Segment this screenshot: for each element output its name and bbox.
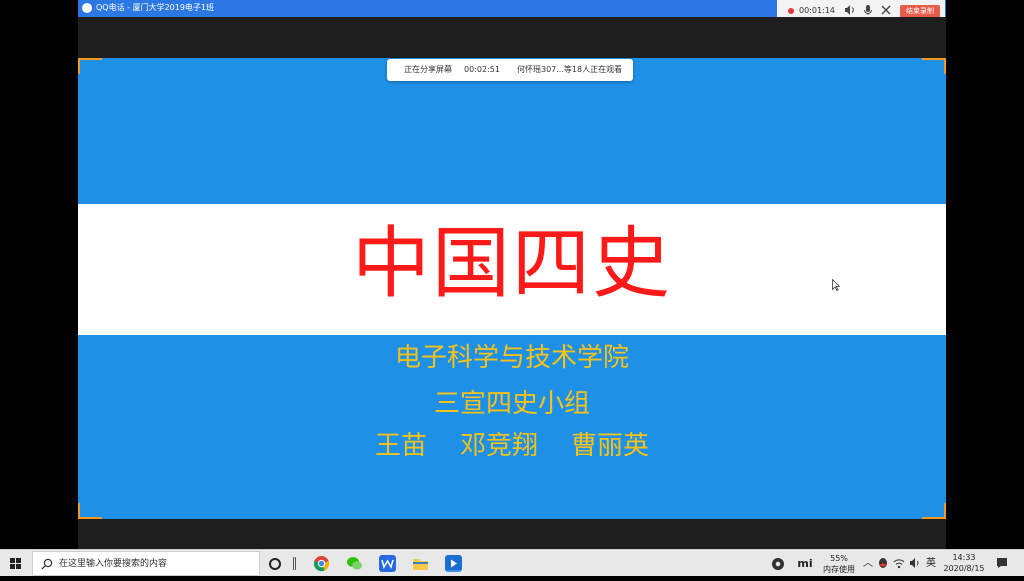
- clock[interactable]: 14:33 2020/8/15: [940, 550, 988, 577]
- corner-marker: [78, 503, 102, 519]
- slide-title: 中国四史: [351, 219, 672, 309]
- window-title: QQ电话 - 厦门大学2019电子1班: [96, 3, 215, 12]
- memory-label: 内存使用: [823, 565, 855, 574]
- wifi-icon[interactable]: [893, 550, 905, 577]
- wps-writer-icon[interactable]: [379, 555, 396, 572]
- clock-date: 2020/8/15: [943, 564, 985, 573]
- clock-time: 14:33: [952, 553, 976, 562]
- chevron-up-icon[interactable]: ︿: [862, 550, 874, 577]
- slide-members: 王苗 邓竞翔 曹丽英: [374, 431, 650, 461]
- video-player-icon[interactable]: [445, 555, 462, 572]
- corner-marker: [922, 58, 946, 74]
- wechat-icon[interactable]: [346, 555, 363, 572]
- recording-dot-icon: [788, 8, 794, 14]
- file-explorer-icon[interactable]: [412, 555, 429, 572]
- memory-usage[interactable]: 55% 内存使用: [820, 550, 858, 577]
- recording-time: 00:01:14: [799, 6, 835, 15]
- share-duration: 00:02:51: [464, 65, 500, 74]
- corner-marker: [78, 58, 102, 74]
- notification-icon[interactable]: [994, 550, 1010, 577]
- windows-logo-icon: [10, 558, 21, 569]
- speaker-icon[interactable]: [843, 4, 857, 18]
- ime-indicator[interactable]: 英: [924, 550, 938, 577]
- memory-percent: 55%: [830, 554, 848, 563]
- close-icon[interactable]: [879, 4, 893, 18]
- separator-icon: [293, 557, 296, 570]
- share-status-text: 正在分享屏幕: [404, 65, 452, 74]
- bottom-dark-band: [78, 519, 946, 549]
- taskbar-search-box[interactable]: 在这里输入你要搜索的内容: [32, 551, 260, 576]
- qq-tray-icon[interactable]: [877, 550, 889, 577]
- task-view-icon[interactable]: [269, 558, 281, 570]
- windows-taskbar: 在这里输入你要搜索的内容 mi 55% 内存使用 ︿ 英 14:33 2020/…: [0, 549, 1024, 576]
- start-button[interactable]: [0, 550, 32, 577]
- screen-share-status: 正在分享屏幕 00:02:51 何怀瑶307...等18人正在观看: [387, 59, 633, 81]
- tray-app-icon[interactable]: [770, 550, 786, 577]
- top-dark-band: [78, 17, 946, 58]
- corner-marker: [922, 503, 946, 519]
- xiaomi-icon[interactable]: mi: [796, 550, 814, 577]
- microphone-icon[interactable]: [861, 4, 875, 18]
- qq-icon: [82, 3, 92, 13]
- volume-icon[interactable]: [909, 550, 921, 577]
- chrome-icon[interactable]: [313, 555, 330, 572]
- mouse-cursor-icon: [832, 279, 840, 291]
- slide-group: 三宣四史小组: [433, 389, 590, 419]
- search-icon: [41, 558, 53, 570]
- slide-school: 电子科学与技术学院: [394, 343, 629, 373]
- search-placeholder: 在这里输入你要搜索的内容: [59, 559, 168, 569]
- shared-slide: 中国四史 电子科学与技术学院 三宣四史小组 王苗 邓竞翔 曹丽英: [78, 58, 946, 519]
- share-viewers: 何怀瑶307...等18人正在观看: [517, 65, 623, 74]
